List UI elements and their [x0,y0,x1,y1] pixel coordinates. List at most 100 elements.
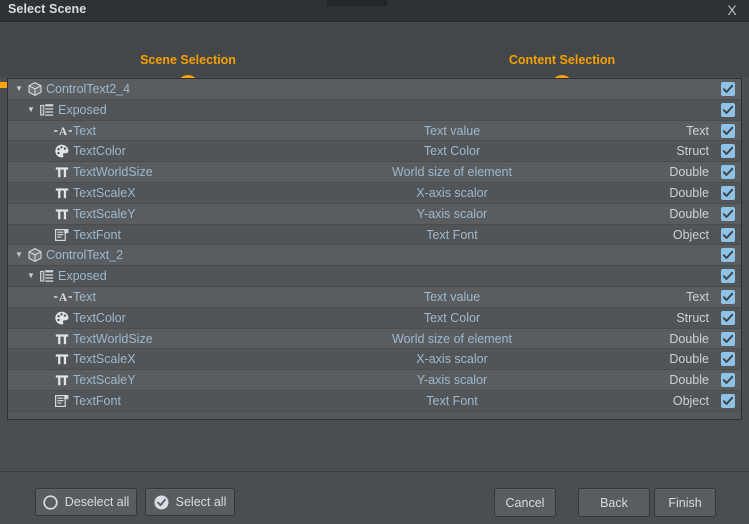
tree-row[interactable]: A Text Text value Text [8,121,741,142]
list-icon [39,102,55,118]
cube-icon [27,247,43,263]
tree-row-type: Double [669,370,709,390]
tree-row-type: Double [669,349,709,369]
page-title: Select Scene [8,2,86,16]
text-icon: A [54,289,70,305]
tree-row-type: Double [669,329,709,349]
tree-row-description: Text value [242,287,662,307]
tree-row-description: Text Color [242,141,662,161]
finish-button[interactable]: Finish [654,488,716,517]
tree-row-checkbox[interactable] [721,373,735,387]
tree-row-checkbox[interactable] [721,207,735,221]
tree-row-checkbox[interactable] [721,103,735,117]
tree-row-type: Double [669,162,709,182]
tree-row-checkbox[interactable] [721,332,735,346]
tree-row[interactable]: A Text Text value Text [8,287,741,308]
tree-row-checkbox[interactable] [721,290,735,304]
tree-row-checkbox[interactable] [721,186,735,200]
scene-content-tree[interactable]: ▼ControlText2_4▼ExposedATextText valueTe… [7,78,742,420]
tree-row-checkbox[interactable] [721,394,735,408]
tree-row-checkbox[interactable] [721,269,735,283]
tree-row[interactable]: TextScaleYY-axis scalorDouble [8,370,741,391]
tree-row-checkbox[interactable] [721,311,735,325]
tree-row-name: TextFont [73,225,121,245]
select-all-button[interactable]: Select all [145,488,235,516]
pi-icon [54,331,70,347]
tree-row[interactable]: ▼ControlText_2 [8,245,741,266]
tree-row-type: Struct [676,141,709,161]
tree-row-name: TextScaleX [73,183,136,203]
check-circle-icon [154,495,169,510]
font-icon [54,393,70,409]
tree-row-type: Double [669,204,709,224]
tree-row[interactable]: TextFontText FontObject [8,225,741,246]
tree-row-checkbox[interactable] [721,165,735,179]
tree-row[interactable]: ▼ ControlText2_4 [8,79,741,100]
tree-row-checkbox[interactable] [721,144,735,158]
text-icon: A [54,123,70,139]
tree-row-name: TextColor [73,141,126,161]
tree-row-checkbox[interactable] [721,228,735,242]
dialog-footer: Deselect all Select all Cancel Back Fini… [0,471,749,524]
tree-row-type: Text [686,287,709,307]
tree-row-checkbox[interactable] [721,352,735,366]
tree-row-description: X-axis scalor [242,183,662,203]
list-icon [39,268,55,284]
tree-row[interactable]: TextScaleX X-axis scalor Double [8,183,741,204]
title-notch [327,0,387,6]
tree-row-name: TextColor [73,308,126,328]
pi-icon [54,351,70,367]
tree-row-name: TextWorldSize [73,162,153,182]
tree-row-name: TextScaleX [73,349,136,369]
palette-icon [54,310,70,326]
tree-row[interactable]: ▼ Exposed [8,100,741,121]
palette-icon [54,143,70,159]
close-icon[interactable]: X [721,1,743,20]
step-label-scene-selection: Scene Selection [140,53,236,67]
tree-row-type: Double [669,183,709,203]
wizard-stepper: Scene Selection Content Selection [0,22,749,77]
tree-row[interactable]: TextColorText ColorStruct [8,308,741,329]
tree-row-name: TextWorldSize [73,329,153,349]
tree-row-description: Y-axis scalor [242,370,662,390]
tree-row[interactable]: TextColor Text Color Struct [8,141,741,162]
tree-row-checkbox[interactable] [721,124,735,138]
tree-row-description: Text Font [242,225,662,245]
finish-label: Finish [668,496,701,510]
tree-row-name: ControlText2_4 [46,79,130,99]
deselect-all-button[interactable]: Deselect all [35,488,137,516]
tree-row-name: Text [73,121,96,141]
tree-row-checkbox[interactable] [721,82,735,96]
tree-row[interactable]: TextScaleXX-axis scalorDouble [8,349,741,370]
pi-icon [54,206,70,222]
tree-row-type: Object [673,391,709,411]
back-button[interactable]: Back [578,488,650,517]
tree-row-name: Exposed [58,100,107,120]
chevron-down-icon[interactable]: ▼ [24,100,38,120]
tree-row[interactable]: TextWorldSize World size of element Double [8,329,741,350]
svg-text:A: A [59,126,68,138]
cube-icon [27,81,43,97]
cancel-label: Cancel [506,496,545,510]
tree-row-description: World size of element [242,329,662,349]
tree-row-description: Y-axis scalor [242,204,662,224]
tree-row-name: Text [73,287,96,307]
font-icon [54,227,70,243]
chevron-down-icon[interactable]: ▼ [12,79,26,99]
chevron-down-icon[interactable]: ▼ [24,266,38,286]
tree-row[interactable]: TextWorldSizeWorld size of elementDouble [8,162,741,183]
select-all-label: Select all [176,495,227,509]
tree-row[interactable]: TextFontText FontObject [8,391,741,412]
chevron-down-icon[interactable]: ▼ [12,245,26,265]
tree-row-description: Text value [242,121,662,141]
tree-row-checkbox[interactable] [721,248,735,262]
tree-row[interactable]: TextScaleYY-axis scalorDouble [8,204,741,225]
pi-icon [54,164,70,180]
tree-row[interactable]: ▼Exposed [8,266,741,287]
tree-row-type: Struct [676,308,709,328]
cancel-button[interactable]: Cancel [494,488,556,517]
svg-text:A: A [59,292,68,304]
deselect-all-label: Deselect all [65,495,130,509]
tree-row-type: Text [686,121,709,141]
empty-circle-icon [43,495,58,510]
